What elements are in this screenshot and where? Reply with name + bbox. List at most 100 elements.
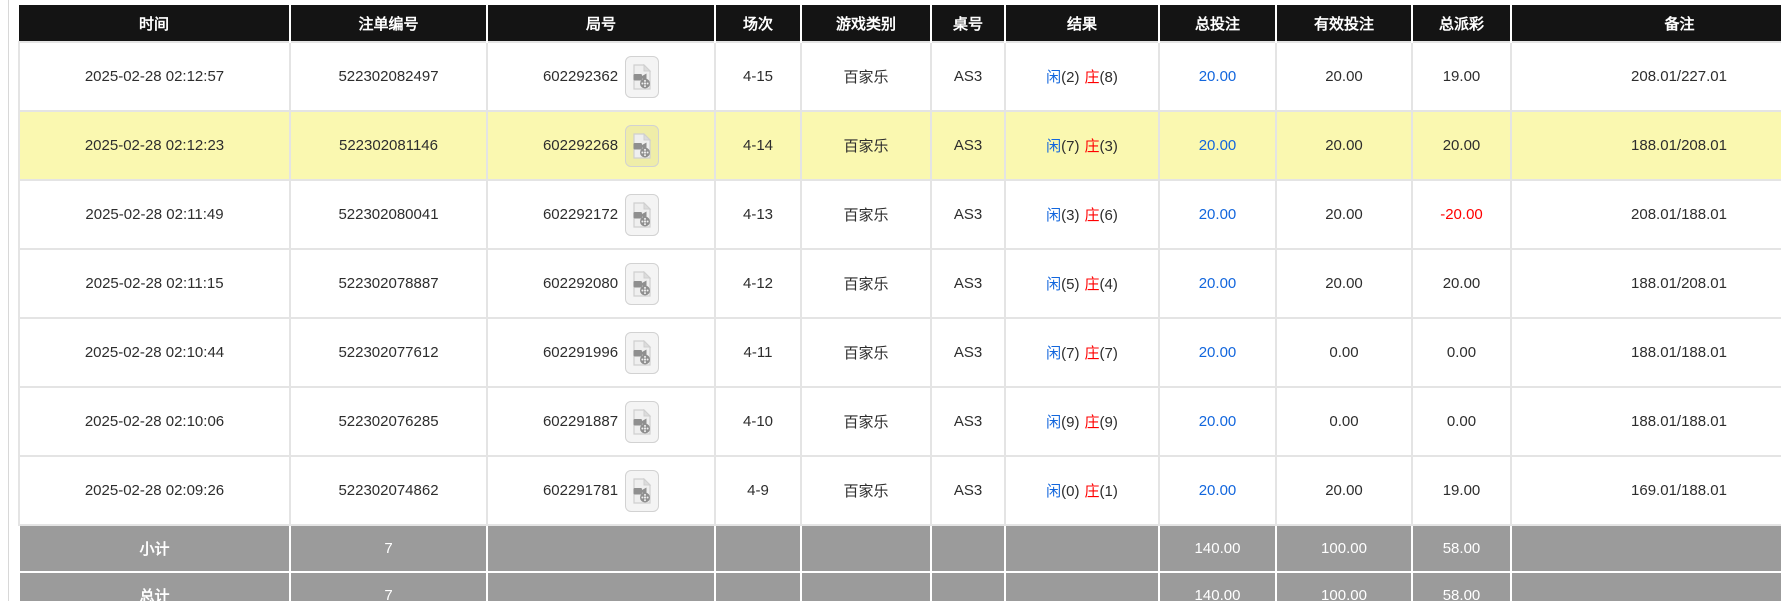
player-result-score: (9): [1061, 414, 1079, 431]
cell-valid-bet: 20.00: [1276, 42, 1412, 111]
banker-result-score: (6): [1100, 207, 1118, 224]
cell-total-bet[interactable]: 20.00: [1159, 180, 1276, 249]
player-result-score: (7): [1061, 345, 1079, 362]
table-header: 时间 注单编号 局号 场次 游戏类别 桌号 结果 总投注 有效投注 总派彩 备注: [19, 5, 1781, 42]
banker-result-score: (7): [1100, 345, 1118, 362]
cell-remark: 188.01/188.01: [1511, 387, 1781, 456]
cell-bet-no: 522302074862: [290, 456, 487, 525]
cell-result: 闲(7)庄(7): [1005, 318, 1159, 387]
banker-result-label: 庄: [1085, 483, 1100, 500]
cell-session: 4-11: [715, 318, 801, 387]
cell-valid-bet: 20.00: [1276, 180, 1412, 249]
table-footer: 小计 7 140.00 100.00 58.00 总计 7: [19, 525, 1781, 601]
cell-session: 4-14: [715, 111, 801, 180]
table-viewport: 时间 注单编号 局号 场次 游戏类别 桌号 结果 总投注 有效投注 总派彩 备注…: [18, 5, 1781, 601]
video-replay-button[interactable]: [625, 470, 659, 512]
cell-payout: 20.00: [1412, 249, 1511, 318]
cell-payout: 19.00: [1412, 456, 1511, 525]
cell-valid-bet: 0.00: [1276, 387, 1412, 456]
player-result-label: 闲: [1046, 138, 1061, 155]
cell-round-no: 602292268: [487, 111, 715, 180]
cell-payout: 0.00: [1412, 387, 1511, 456]
banker-result-label: 庄: [1085, 276, 1100, 293]
video-replay-icon: [631, 409, 653, 435]
video-replay-icon: [631, 271, 653, 297]
subtotal-empty-cell: [1005, 525, 1159, 572]
bet-records-table: 时间 注单编号 局号 场次 游戏类别 桌号 结果 总投注 有效投注 总派彩 备注…: [18, 5, 1781, 601]
col-header-result: 结果: [1005, 5, 1159, 42]
subtotal-empty-cell: [715, 525, 801, 572]
subtotal-empty-cell: [487, 525, 715, 572]
total-row: 总计 7 140.00 100.00 58.00: [19, 572, 1781, 601]
cell-result: 闲(9)庄(9): [1005, 387, 1159, 456]
cell-bet-no: 522302077612: [290, 318, 487, 387]
cell-table-no: AS3: [931, 387, 1005, 456]
cell-result: 闲(7)庄(3): [1005, 111, 1159, 180]
video-replay-button[interactable]: [625, 194, 659, 236]
col-header-payout: 总派彩: [1412, 5, 1511, 42]
cell-game-type: 百家乐: [801, 387, 931, 456]
player-result-score: (0): [1061, 483, 1079, 500]
subtotal-row: 小计 7 140.00 100.00 58.00: [19, 525, 1781, 572]
cell-time: 2025-02-28 02:10:44: [19, 318, 290, 387]
cell-total-bet[interactable]: 20.00: [1159, 318, 1276, 387]
banker-result-label: 庄: [1085, 69, 1100, 86]
banker-result-label: 庄: [1085, 138, 1100, 155]
cell-bet-no: 522302081146: [290, 111, 487, 180]
video-replay-button[interactable]: [625, 263, 659, 305]
cell-game-type: 百家乐: [801, 318, 931, 387]
cell-round-no: 602292172: [487, 180, 715, 249]
round-number: 602292172: [543, 206, 618, 223]
video-replay-icon: [631, 133, 653, 159]
subtotal-total-bet: 140.00: [1159, 525, 1276, 572]
cell-session: 4-13: [715, 180, 801, 249]
cell-game-type: 百家乐: [801, 249, 931, 318]
table-row[interactable]: 2025-02-28 02:12:57 522302082497 6022923…: [19, 42, 1781, 111]
col-header-round-no: 局号: [487, 5, 715, 42]
cell-table-no: AS3: [931, 42, 1005, 111]
round-number: 602291781: [543, 482, 618, 499]
total-empty-cell: [1005, 572, 1159, 601]
table-row[interactable]: 2025-02-28 02:12:23 522302081146 6022922…: [19, 111, 1781, 180]
cell-total-bet[interactable]: 20.00: [1159, 249, 1276, 318]
cell-total-bet[interactable]: 20.00: [1159, 111, 1276, 180]
total-empty-cell: [1511, 572, 1781, 601]
cell-payout: 20.00: [1412, 111, 1511, 180]
total-empty-cell: [487, 572, 715, 601]
video-replay-icon: [631, 64, 653, 90]
cell-time: 2025-02-28 02:11:49: [19, 180, 290, 249]
cell-bet-no: 522302078887: [290, 249, 487, 318]
col-header-total-bet: 总投注: [1159, 5, 1276, 42]
cell-valid-bet: 20.00: [1276, 249, 1412, 318]
cell-total-bet[interactable]: 20.00: [1159, 456, 1276, 525]
cell-round-no: 602292362: [487, 42, 715, 111]
player-result-score: (3): [1061, 207, 1079, 224]
banker-result-score: (3): [1100, 138, 1118, 155]
video-replay-button[interactable]: [625, 401, 659, 443]
cell-payout: -20.00: [1412, 180, 1511, 249]
banker-result-score: (9): [1100, 414, 1118, 431]
table-row[interactable]: 2025-02-28 02:10:44 522302077612 6022919…: [19, 318, 1781, 387]
cell-round-no: 602291781: [487, 456, 715, 525]
col-header-valid-bet: 有效投注: [1276, 5, 1412, 42]
cell-session: 4-12: [715, 249, 801, 318]
col-header-bet-no: 注单编号: [290, 5, 487, 42]
table-row[interactable]: 2025-02-28 02:11:49 522302080041 6022921…: [19, 180, 1781, 249]
round-number: 602292080: [543, 275, 618, 292]
table-row[interactable]: 2025-02-28 02:11:15 522302078887 6022920…: [19, 249, 1781, 318]
table-row[interactable]: 2025-02-28 02:09:26 522302074862 6022917…: [19, 456, 1781, 525]
banker-result-score: (4): [1100, 276, 1118, 293]
video-replay-button[interactable]: [625, 56, 659, 98]
cell-game-type: 百家乐: [801, 456, 931, 525]
cell-game-type: 百家乐: [801, 180, 931, 249]
video-replay-button[interactable]: [625, 125, 659, 167]
cell-table-no: AS3: [931, 180, 1005, 249]
video-replay-icon: [631, 202, 653, 228]
cell-remark: 188.01/208.01: [1511, 111, 1781, 180]
table-row[interactable]: 2025-02-28 02:10:06 522302076285 6022918…: [19, 387, 1781, 456]
total-total-bet: 140.00: [1159, 572, 1276, 601]
cell-total-bet[interactable]: 20.00: [1159, 42, 1276, 111]
video-replay-button[interactable]: [625, 332, 659, 374]
player-result-label: 闲: [1046, 276, 1061, 293]
cell-total-bet[interactable]: 20.00: [1159, 387, 1276, 456]
